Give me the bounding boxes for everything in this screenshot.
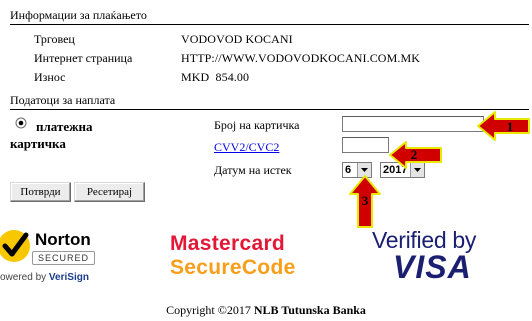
radio-selected-icon (15, 117, 27, 129)
annotation-number-2: 2 (411, 147, 418, 162)
reset-button[interactable]: Ресетирај (74, 182, 145, 202)
mastercard-line1: Mastercard (170, 232, 286, 255)
norton-name: Norton (35, 230, 91, 249)
confirm-button[interactable]: Потврди (10, 182, 71, 202)
merchant-label: Трговец (34, 32, 75, 46)
visa-line2: VISA (393, 249, 472, 285)
copyright-footer: Copyright ©2017 NLB Tutunska Banka (0, 303, 532, 318)
annotation-arrow-3: 3 (348, 174, 382, 230)
left-arrow-icon: 1 (477, 111, 530, 141)
annotation-number-3: 3 (362, 193, 369, 208)
payment-info-title: Информации за плаќањето (10, 8, 147, 22)
cvv-input[interactable] (342, 137, 389, 153)
left-arrow-icon: 2 (389, 141, 442, 169)
website-label: Интернет страница (34, 51, 133, 65)
cvv-link[interactable]: CVV2/CVC2 (214, 140, 279, 155)
norton-secured-badge: SECURED (32, 251, 95, 265)
payment-info-divider (10, 24, 529, 25)
annotation-arrow-1: 1 (476, 110, 532, 142)
mastercard-line2: SecureCode (170, 256, 296, 279)
merchant-value: VODOVOD KOCANI (181, 32, 293, 46)
card-method-label-1: платежна (36, 119, 93, 134)
annotation-number-1: 1 (507, 119, 514, 134)
expiry-label: Датум на истек (214, 163, 292, 177)
card-method-label-2: картичка (10, 136, 66, 151)
payment-data-title: Податоци за наплата (10, 93, 116, 107)
up-arrow-icon: 3 (349, 175, 381, 228)
card-radio[interactable] (15, 117, 27, 129)
website-value: HTTP://WWW.VODOVODKOCANI.COM.MK (181, 51, 420, 65)
amount-value: MKD 854.00 (181, 70, 250, 84)
copyright-text: Copyright ©2017 (166, 303, 254, 317)
card-number-input[interactable] (342, 116, 484, 132)
norton-verisign: VeriSign (48, 272, 89, 283)
norton-secured-logo: Norton SECURED owered by VeriSign (0, 222, 120, 290)
annotation-arrow-2: 2 (388, 140, 444, 170)
norton-powered-by: owered by VeriSign (0, 272, 89, 283)
card-number-label: Број на картичка (214, 118, 300, 132)
amount-label: Износ (34, 70, 66, 84)
norton-powered-text: owered by (0, 272, 49, 283)
payment-data-divider (10, 109, 529, 110)
bank-name: NLB Tutunska Banka (253, 303, 366, 317)
